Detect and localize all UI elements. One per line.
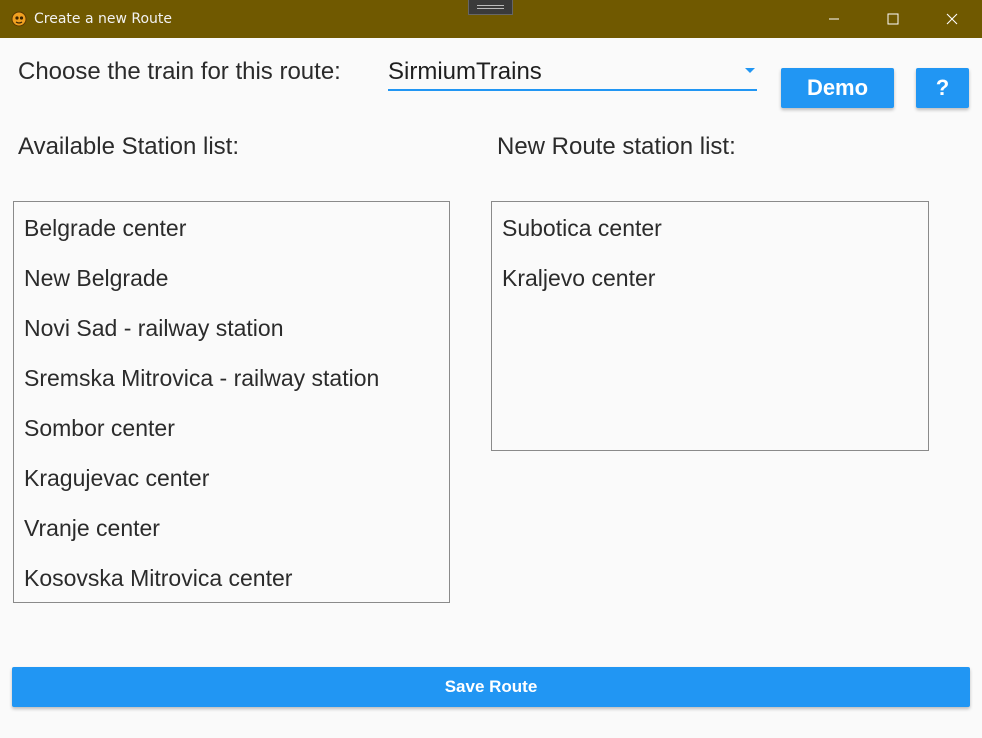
dropdown-caret-icon [745,68,755,73]
maximize-button[interactable] [870,0,916,38]
available-stations-list[interactable]: Belgrade center New Belgrade Novi Sad - … [13,201,450,603]
train-select[interactable]: SirmiumTrains [388,54,757,91]
maximize-icon [887,13,899,25]
list-item[interactable]: Kraljevo center [502,263,655,293]
train-select-label: Choose the train for this route: [18,58,341,85]
list-item[interactable]: Kragujevac center [24,463,209,493]
minimize-icon [829,18,839,20]
save-route-button[interactable]: Save Route [12,667,970,707]
route-stations-label: New Route station list: [497,133,736,160]
train-select-value: SirmiumTrains [388,58,542,85]
list-item[interactable]: Vranje center [24,513,160,543]
list-item[interactable]: Belgrade center [24,213,186,243]
close-icon [946,13,958,25]
minimize-button[interactable] [811,0,857,38]
list-item[interactable]: Subotica center [502,213,662,243]
route-stations-list[interactable]: Subotica center Kraljevo center [491,201,929,451]
window-title: Create a new Route [34,11,173,27]
list-item[interactable]: Novi Sad - railway station [24,313,284,343]
window-titlebar[interactable]: Create a new Route [0,0,982,38]
list-item[interactable]: Sombor center [24,413,175,443]
app-logo-icon [11,11,27,27]
available-stations-label: Available Station list: [18,133,240,160]
drag-grip-icon[interactable] [468,0,513,15]
list-item[interactable]: Kosovska Mitrovica center [24,563,292,593]
close-button[interactable] [929,0,975,38]
help-button[interactable]: ? [916,68,969,108]
list-item[interactable]: Sremska Mitrovica - railway station [24,363,379,393]
demo-button[interactable]: Demo [781,68,894,108]
list-item[interactable]: New Belgrade [24,263,168,293]
